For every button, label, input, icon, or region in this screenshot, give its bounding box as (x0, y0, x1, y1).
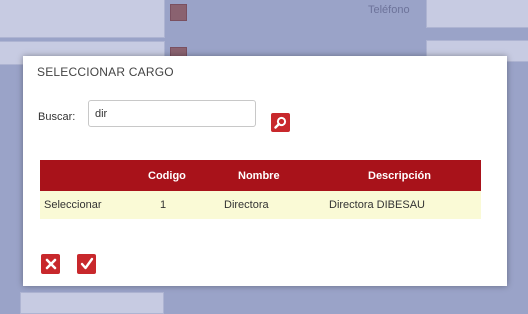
select-cargo-dialog: SELECCIONAR CARGO Buscar: Codigo Nombre … (23, 56, 507, 286)
cell-codigo: 1 (145, 191, 224, 219)
background-panel-top-right (426, 0, 528, 28)
table-header-row: Codigo Nombre Descripción (40, 160, 481, 191)
results-table: Codigo Nombre Descripción Seleccionar 1 … (40, 160, 481, 219)
header-nombre: Nombre (224, 160, 329, 191)
check-icon (80, 257, 93, 270)
confirm-button[interactable] (77, 254, 96, 274)
background-panel-bottom (20, 292, 164, 314)
cancel-button[interactable] (41, 254, 60, 274)
close-icon (45, 258, 56, 270)
header-codigo: Codigo (145, 160, 224, 191)
cell-nombre: Directora (224, 191, 329, 219)
background-button-top (170, 4, 187, 21)
cell-descripcion: Directora DIBESAU (329, 191, 481, 219)
select-link[interactable]: Seleccionar (40, 191, 145, 219)
header-descripcion: Descripción (329, 160, 481, 191)
table-row: Seleccionar 1 Directora Directora DIBESA… (40, 191, 481, 219)
background-panel-top-left (0, 0, 165, 38)
header-action (40, 160, 145, 191)
search-label: Buscar: (38, 111, 76, 123)
search-input[interactable] (88, 100, 256, 127)
background-field-label: Teléfono (368, 4, 410, 16)
dialog-title: SELECCIONAR CARGO (37, 65, 174, 79)
search-button[interactable] (271, 113, 290, 132)
search-icon (274, 116, 287, 129)
